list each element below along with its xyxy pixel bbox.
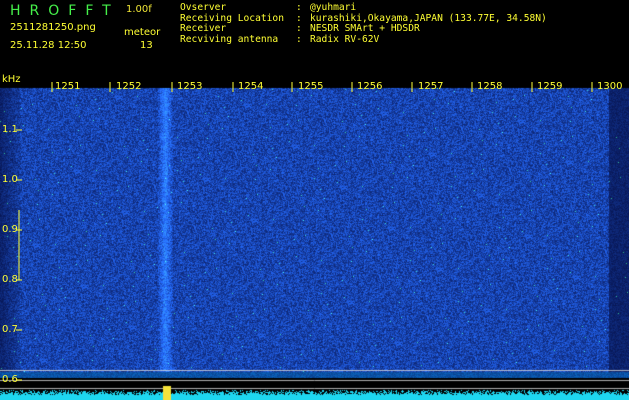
detection-count: 13 [140,40,153,51]
info-row-antenna: Recviving antenna: Radix RV-62V [180,34,547,46]
time-label-1257: 1257 [418,81,444,92]
info-sep: : [296,34,302,46]
y-axis-unit: kHz [2,74,21,85]
time-label-1300: 1300 [597,81,623,92]
header-panel: HROFFT 1.00f 2511281250.png meteor 25.11… [0,0,629,80]
freq-label-0-6: 0.6 [2,374,18,385]
app-version: 1.00f [126,4,152,15]
mode-label: meteor [124,27,161,38]
freq-label-0-9: 0.9 [2,224,18,235]
info-value: NESDR SMArt + HDSDR [310,23,420,35]
time-label-1254: 1254 [238,81,264,92]
spectrogram-panel: kHz 1251 1252 1253 1254 1255 1256 1257 1… [0,74,629,400]
info-value: @yuhmari [310,2,357,13]
freq-label-0-7: 0.7 [2,324,18,335]
info-value: kurashiki,Okayama,JAPAN (133.77E, 34.58N… [310,12,547,24]
spectrogram-overlay [16,82,593,381]
time-label-1258: 1258 [477,81,503,92]
time-label-1252: 1252 [116,81,142,92]
freq-label-1-1: 1.1 [2,124,18,135]
time-label-1253: 1253 [177,81,203,92]
timestamp: 25.11.28 12:50 [10,40,87,51]
info-value: Radix RV-62V [310,34,380,46]
time-label-1259: 1259 [537,81,563,92]
info-key: Recviving antenna [180,34,279,46]
time-label-1251: 1251 [55,81,81,92]
station-info: Ovserver: @yuhmari Receiving Location: kur… [180,2,547,46]
freq-label-0-8: 0.8 [2,274,18,285]
freq-label-1-0: 1.0 [2,174,18,185]
time-label-1256: 1256 [357,81,383,92]
app-title: HROFFT [10,3,120,19]
file-name: 2511281250.png [10,22,96,33]
time-label-1255: 1255 [298,81,324,92]
